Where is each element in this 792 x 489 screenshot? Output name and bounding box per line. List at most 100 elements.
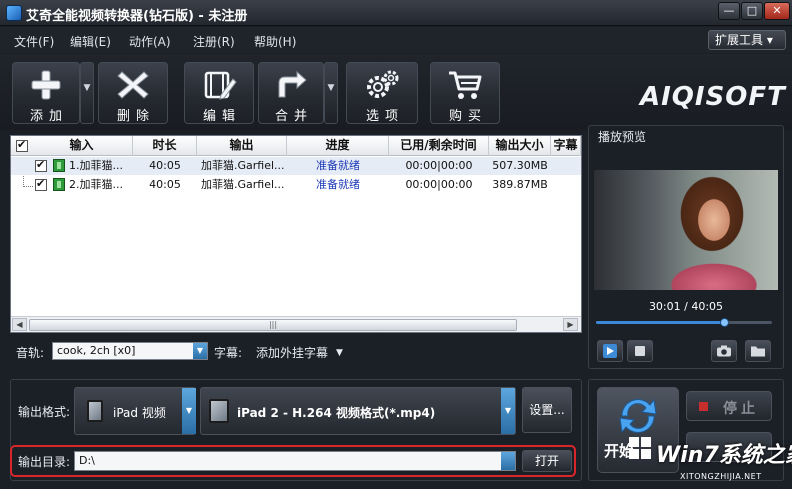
camera-icon [717,345,731,357]
audio-dropdown-icon[interactable]: ▼ [193,343,207,359]
add-button[interactable]: 添加 [12,62,80,124]
close-button[interactable]: ✕ [764,2,790,20]
audio-track-select[interactable]: cook, 2ch [x0] [52,342,208,360]
expand-tools-button[interactable]: 扩展工具 ▾ [708,30,786,50]
menu-bar [0,27,792,53]
folder-icon [751,346,765,357]
watermark-logo-icon [629,437,651,459]
menu-edit[interactable]: 编辑(E) [70,33,111,50]
row-size: 507.30MB [492,159,548,172]
stop-preview-button[interactable] [627,340,653,362]
row-output: 加菲猫.Garfiel... [201,178,285,191]
add-label: 添加 [29,109,68,124]
subtitle-label: 字幕: [214,346,243,360]
horizontal-scrollbar[interactable]: ◀ ||| ▶ [11,316,581,332]
row-progress: 准备就绪 [316,159,360,172]
seek-bar-fill [596,321,724,324]
video-file-icon [53,159,65,172]
video-file-icon [53,178,65,191]
scroll-thumb[interactable]: ||| [29,319,517,331]
row-checkbox[interactable] [35,158,47,172]
convert-arrows-icon [619,398,657,434]
scroll-right-icon[interactable]: ▶ [563,318,578,331]
minimize-button[interactable]: — [718,2,740,20]
maximize-button[interactable]: □ [741,2,763,20]
column-time[interactable]: 已用/剩余时间 [389,136,489,156]
add-dropdown-button[interactable]: ▼ [80,62,94,124]
file-list: 输入 时长 输出 进度 已用/剩余时间 输出大小 字幕 1.加菲猫... 40:… [10,135,582,333]
output-format-label: 输出格式: [18,405,71,419]
scroll-left-icon[interactable]: ◀ [12,318,27,331]
row-progress: 准备就绪 [316,178,360,191]
window-title: 艾奇全能视频转换器(钻石版) - 未注册 [26,9,248,24]
ipad-icon [87,400,103,422]
row-duration: 40:05 [149,178,181,191]
column-size[interactable]: 输出大小 [489,136,551,156]
column-duration[interactable]: 时长 [133,136,197,156]
row-size: 389.87MB [492,178,548,191]
format-select[interactable]: iPad 2 - H.264 视频格式(*.mp4) ▼ [200,387,516,435]
merge-arrow-icon [278,70,307,98]
device-select[interactable]: iPad 视频 ▼ [74,387,196,435]
stop-convert-button[interactable]: 停止 [686,391,772,421]
delete-button[interactable]: 删除 [98,62,168,124]
options-label: 选项 [365,109,404,124]
stop-icon [635,346,645,356]
preview-title: 播放预览 [598,130,647,144]
gears-icon [367,70,399,98]
play-icon [603,344,617,358]
ipad-icon [209,399,229,423]
list-header: 输入 时长 输出 进度 已用/剩余时间 输出大小 字幕 [11,136,581,156]
plus-icon [31,70,61,100]
snapshot-button[interactable] [711,340,737,362]
open-folder-button[interactable] [745,340,771,362]
open-dir-button[interactable]: 打开 [522,450,572,472]
device-value: iPad 视频 [113,406,166,420]
menu-help[interactable]: 帮助(H) [254,33,296,50]
playback-time: 30:01 / 40:05 [648,300,724,313]
watermark-text: Win7系统之家 [656,443,792,468]
edit-button[interactable]: 编辑 [184,62,254,124]
add-subtitle-link[interactable]: 添加外挂字幕 [256,344,328,361]
output-dir-dropdown-icon[interactable] [501,452,515,470]
row-input: 1.加菲猫... [69,159,123,172]
x-icon [117,71,149,99]
column-input[interactable]: 输入 [31,136,133,156]
play-button[interactable] [597,340,623,362]
column-output[interactable]: 输出 [197,136,287,156]
column-subtitle[interactable]: 字幕 [551,136,581,156]
table-row[interactable]: 2.加菲猫... 40:05 加菲猫.Garfiel... 准备就绪 00:00… [11,176,581,194]
watermark-url: XITONGZHIJIA.NET [680,472,762,481]
stop-icon [699,402,708,411]
video-preview[interactable] [594,170,778,290]
merge-dropdown-button[interactable]: ▼ [324,62,338,124]
output-dir-input[interactable]: D:\ [74,451,516,471]
film-edit-icon [204,71,237,100]
table-row[interactable]: 1.加菲猫... 40:05 加菲猫.Garfiel... 准备就绪 00:00… [11,157,581,175]
options-button[interactable]: 选项 [346,62,418,124]
audio-track-label: 音轨: [16,346,45,360]
column-progress[interactable]: 进度 [287,136,389,156]
buy-label: 购买 [448,109,487,124]
merge-button[interactable]: 合并 [258,62,324,124]
row-time: 00:00|00:00 [405,159,473,172]
format-dropdown-icon[interactable]: ▼ [501,388,515,434]
settings-button[interactable]: 设置... [522,387,572,433]
delete-label: 删除 [116,109,155,124]
row-output: 加菲猫.Garfiel... [201,159,285,172]
app-icon [6,5,22,21]
shopping-cart-icon [449,71,482,99]
format-value: iPad 2 - H.264 视频格式(*.mp4) [237,406,436,420]
menu-register[interactable]: 注册(R) [193,33,235,50]
select-all-checkbox[interactable] [16,138,28,152]
edit-label: 编辑 [202,109,241,124]
menu-file[interactable]: 文件(F) [14,33,54,50]
seek-handle[interactable] [720,318,729,327]
buy-button[interactable]: 购买 [430,62,500,124]
row-duration: 40:05 [149,159,181,172]
brand-logo: AIQISOFT [640,82,786,112]
device-dropdown-icon[interactable]: ▼ [182,388,196,434]
menu-action[interactable]: 动作(A) [129,33,171,50]
chevron-down-icon[interactable]: ▼ [336,348,343,358]
row-checkbox[interactable] [35,177,47,191]
